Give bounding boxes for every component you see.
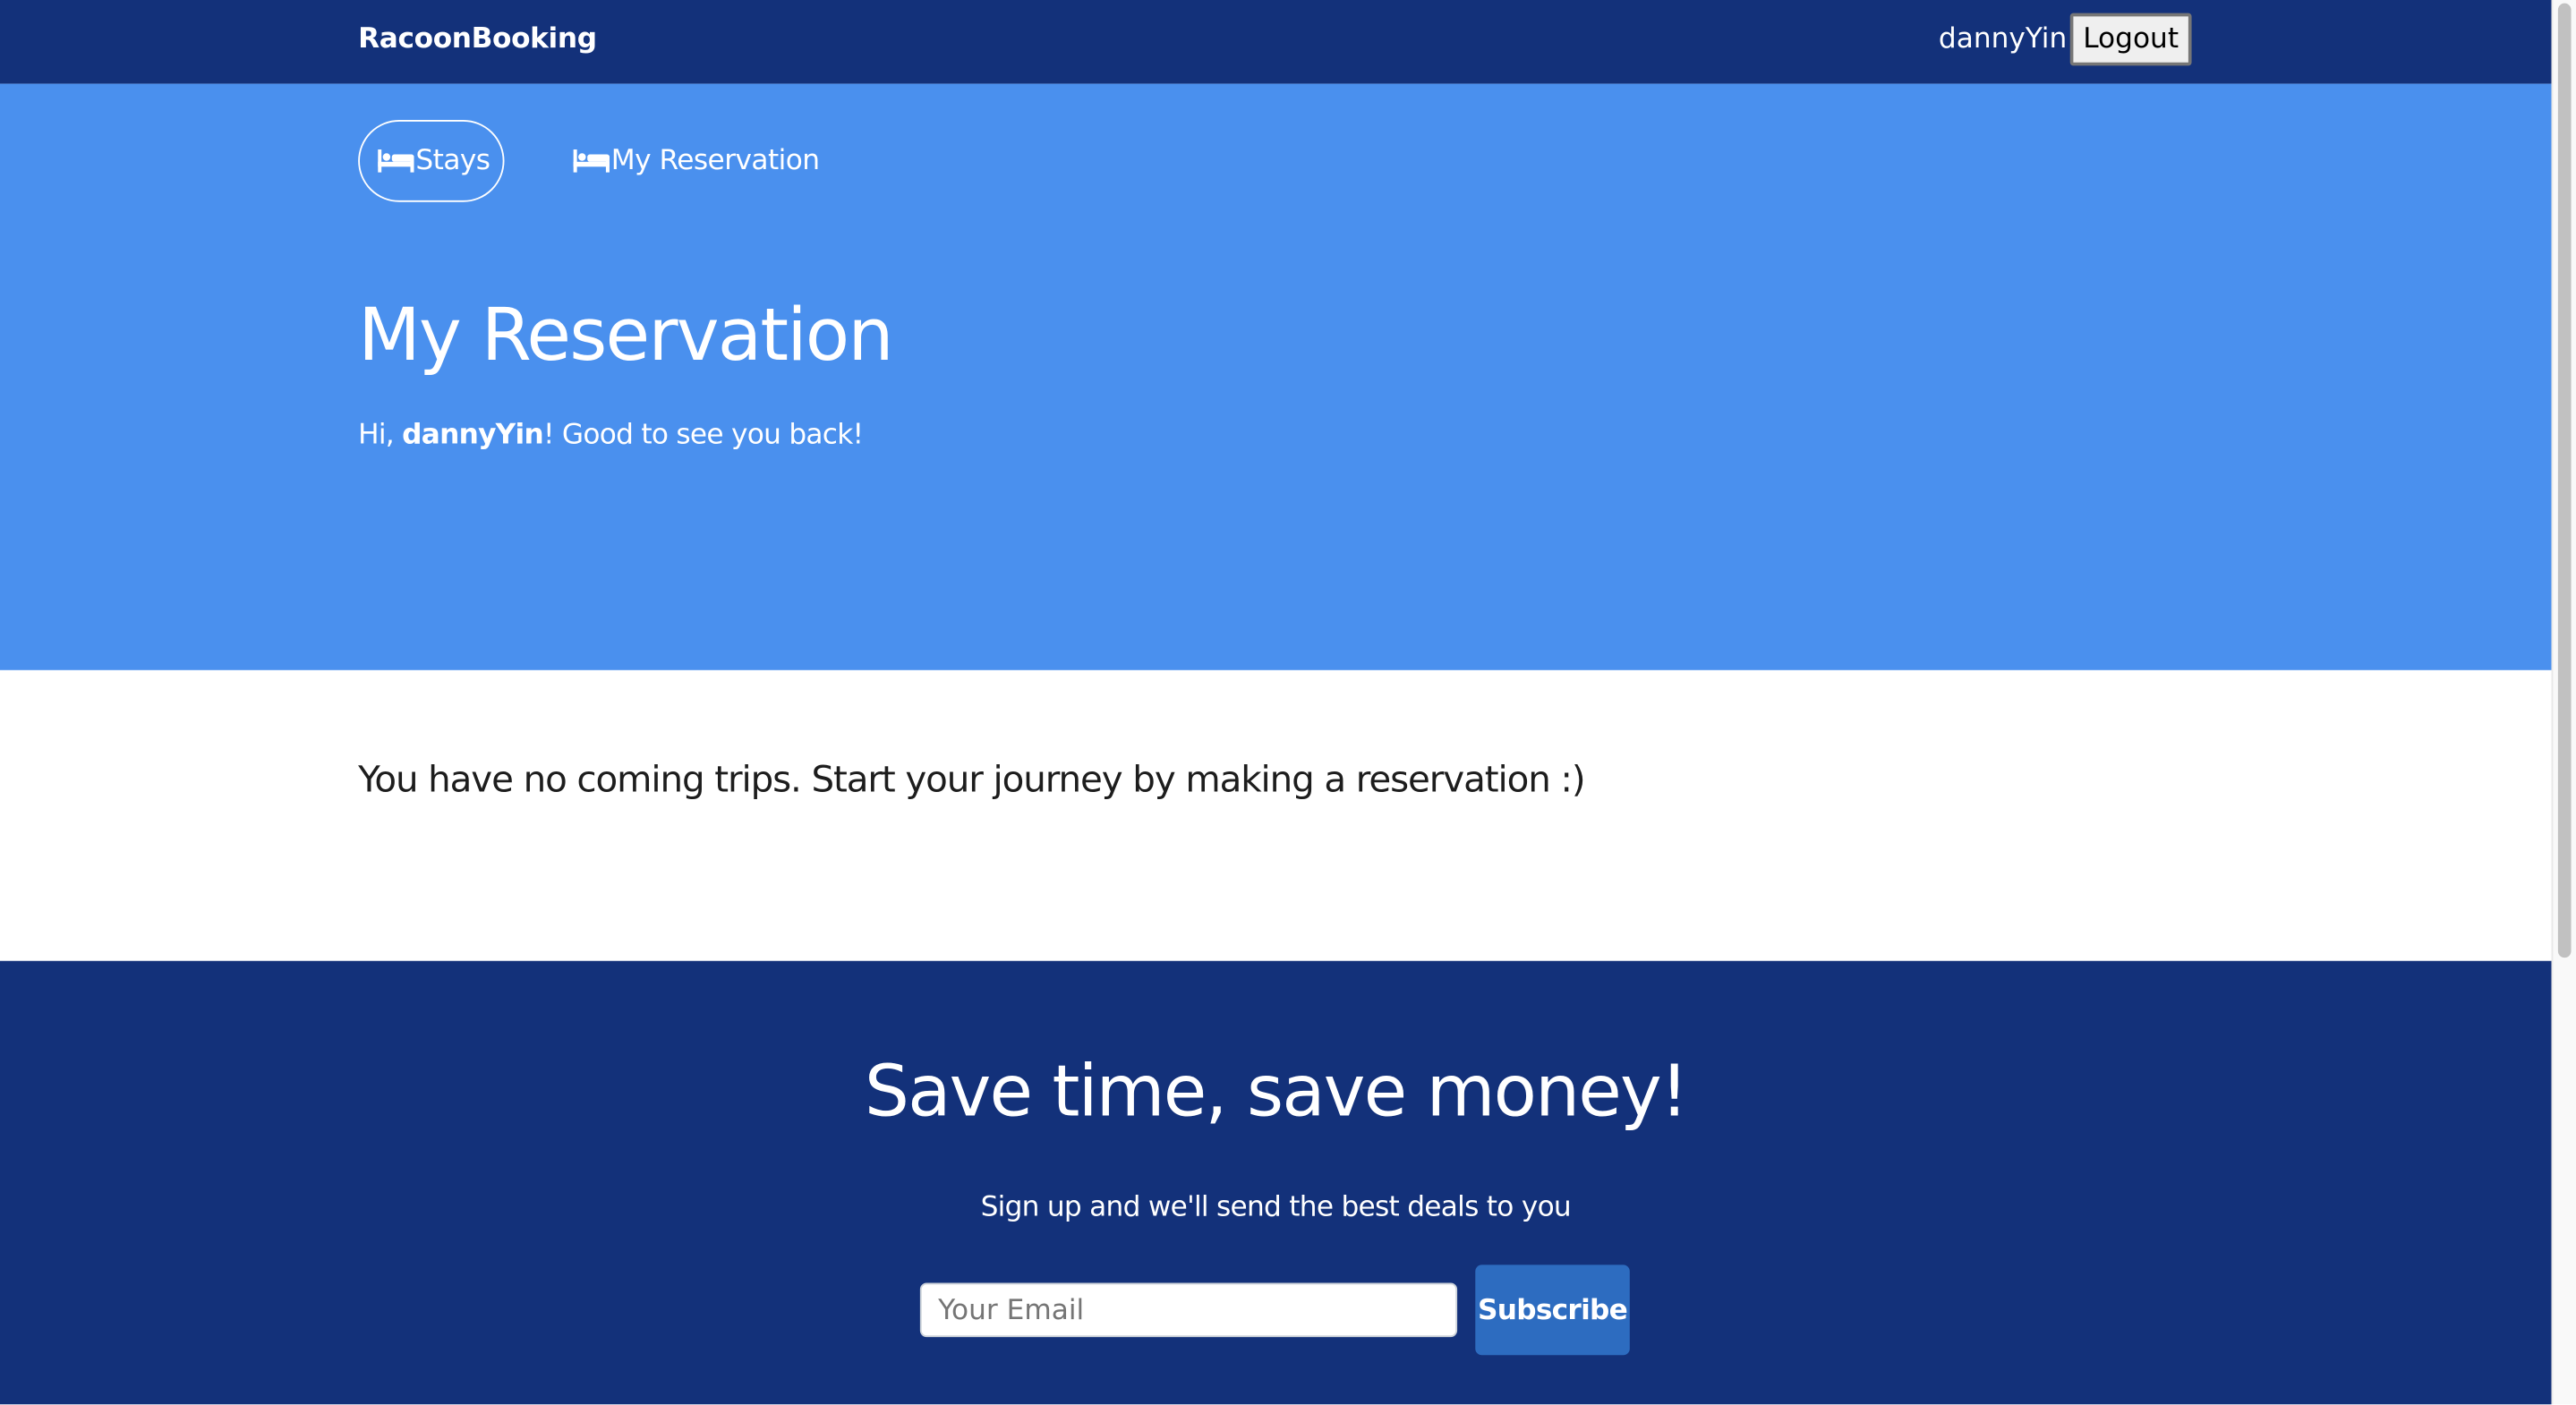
email-input[interactable] <box>919 1282 1458 1338</box>
bed-icon <box>573 149 610 173</box>
tab-stays-label: Stays <box>415 144 490 178</box>
username-label: dannyYin <box>1938 22 2068 56</box>
greeting-text: Hi, dannyYin! Good to see you back! <box>358 415 864 455</box>
greeting-prefix: Hi, <box>358 419 403 452</box>
empty-reservations-message: You have no coming trips. Start your jou… <box>358 760 1586 802</box>
page-title: My Reservation <box>358 294 893 379</box>
subscribe-button[interactable]: Subscribe <box>1475 1264 1630 1356</box>
tab-my-reservation-label: My Reservation <box>610 144 820 178</box>
bed-icon <box>378 149 414 173</box>
newsletter-subtitle: Sign up and we'll send the best deals to… <box>980 1190 1572 1224</box>
scrollbar-thumb[interactable] <box>2557 3 2572 958</box>
browser-viewport: RacoonBooking dannyYin Logout Stays My R… <box>0 0 2576 1405</box>
tab-stays[interactable]: Stays <box>358 119 505 202</box>
reservations-section: You have no coming trips. Start your jou… <box>0 669 2552 961</box>
vertical-scrollbar[interactable] <box>2551 0 2576 1405</box>
greeting-suffix: ! Good to see you back! <box>542 419 864 452</box>
top-navbar: RacoonBooking dannyYin Logout <box>0 0 2552 84</box>
tab-my-reservation[interactable]: My Reservation <box>573 120 820 202</box>
brand-logo-link[interactable]: RacoonBooking <box>358 21 597 57</box>
logout-button[interactable]: Logout <box>2069 13 2192 66</box>
greeting-username: dannyYin <box>402 419 544 452</box>
newsletter-title: Save time, save money! <box>864 1051 1689 1134</box>
newsletter-footer: Save time, save money! Sign up and we'll… <box>0 960 2552 1405</box>
hero-banner: Stays My Reservation My Reservation Hi, … <box>0 83 2552 670</box>
page: RacoonBooking dannyYin Logout Stays My R… <box>0 0 2552 1405</box>
